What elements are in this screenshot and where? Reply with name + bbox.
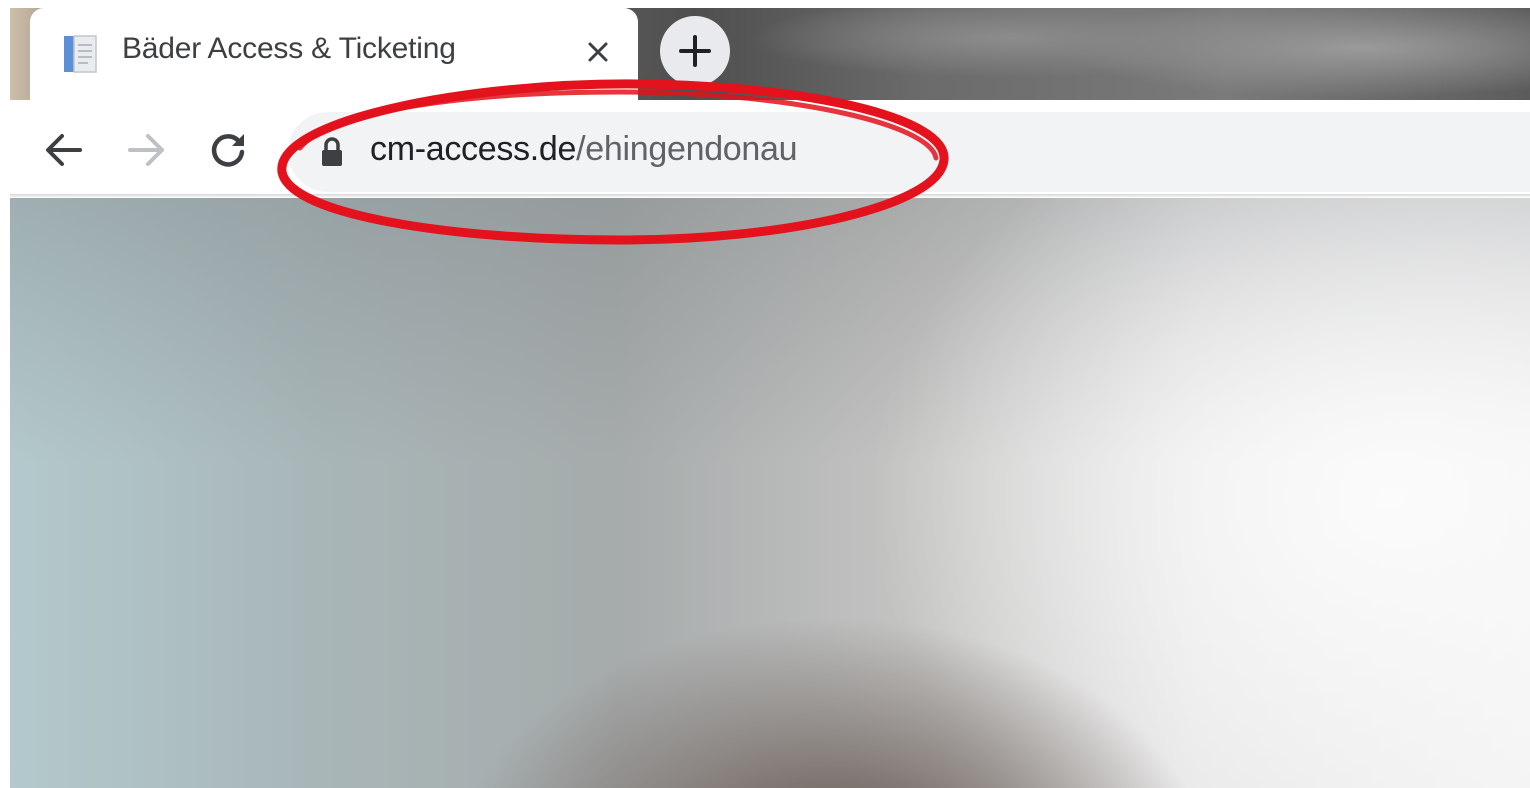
browser-toolbar: cm-access.de/ehingendonau [10, 100, 1530, 194]
forward-button[interactable] [122, 126, 170, 174]
tab-title: Bäder Access & Ticketing [122, 32, 456, 65]
browser-window: Bäder Access & Ticketing cm-access.de/eh… [10, 8, 1530, 788]
reload-button[interactable] [204, 126, 252, 174]
reload-icon [211, 134, 245, 167]
tab-strip: Bäder Access & Ticketing [10, 8, 1530, 100]
arrow-right-icon [128, 134, 164, 166]
close-icon[interactable] [580, 34, 616, 70]
new-tab-button[interactable] [660, 16, 730, 86]
url-text[interactable]: cm-access.de/ehingendonau [370, 130, 798, 169]
url-path: /ehingendonau [576, 130, 798, 168]
url-host: cm-access.de [370, 130, 577, 168]
lock-icon[interactable] [318, 136, 346, 168]
plus-icon [679, 35, 711, 67]
address-bar[interactable]: cm-access.de/ehingendonau [288, 112, 1530, 192]
arrow-left-icon [46, 134, 82, 166]
document-icon [64, 35, 97, 73]
back-button[interactable] [40, 126, 88, 174]
active-tab[interactable]: Bäder Access & Ticketing [30, 8, 638, 100]
page-content-blurred [10, 198, 1530, 788]
